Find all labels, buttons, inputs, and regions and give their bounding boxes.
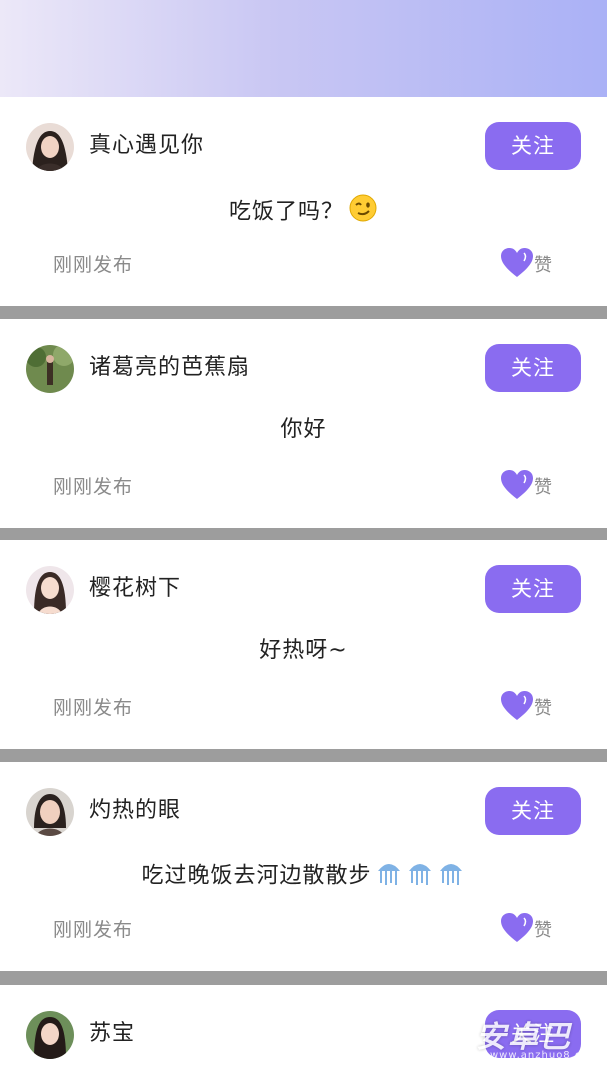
heart-icon bbox=[501, 913, 533, 942]
post-time: 刚刚发布 bbox=[53, 254, 134, 276]
jellyfish-icon bbox=[376, 858, 466, 895]
follow-button[interactable]: 关注 bbox=[485, 787, 581, 835]
post-content: 吃过晚饭去河边散散步 bbox=[0, 858, 607, 895]
avatar[interactable] bbox=[26, 345, 74, 393]
top-header bbox=[0, 0, 607, 97]
heart-icon bbox=[501, 470, 533, 499]
post-content: 吃饭了吗？ bbox=[0, 193, 607, 232]
heart-icon bbox=[501, 248, 533, 277]
post-time: 刚刚发布 bbox=[53, 697, 134, 719]
post-text: 你好 bbox=[280, 417, 327, 442]
avatar[interactable] bbox=[26, 1011, 74, 1059]
watermark-url: www.anzhuo8.com bbox=[490, 1050, 600, 1061]
like-button[interactable]: 赞 bbox=[500, 912, 560, 946]
like-button[interactable]: 赞 bbox=[500, 469, 560, 503]
avatar[interactable] bbox=[26, 788, 74, 836]
wink-face-icon bbox=[348, 193, 378, 232]
avatar[interactable] bbox=[26, 566, 74, 614]
like-button[interactable]: 赞 bbox=[500, 247, 560, 281]
like-label: 赞 bbox=[534, 477, 552, 498]
post-time: 刚刚发布 bbox=[53, 476, 134, 498]
follow-button[interactable]: 关注 bbox=[485, 122, 581, 170]
like-button[interactable]: 赞 bbox=[500, 690, 560, 724]
post-time: 刚刚发布 bbox=[53, 919, 134, 941]
post-card: 真心遇见你 关注 吃饭了吗？ 刚刚发布 赞 bbox=[0, 97, 607, 306]
post-text: 吃过晚饭去河边散散步 bbox=[141, 863, 372, 889]
post-card: 诸葛亮的芭蕉扇 关注 你好 刚刚发布 赞 bbox=[0, 319, 607, 528]
like-label: 赞 bbox=[534, 255, 552, 276]
heart-icon bbox=[501, 691, 533, 720]
username[interactable]: 灼热的眼 bbox=[89, 796, 181, 826]
post-text: 吃饭了吗？ bbox=[228, 199, 344, 225]
post-text: 好热呀~ bbox=[259, 638, 348, 663]
like-label: 赞 bbox=[534, 920, 552, 941]
username[interactable]: 真心遇见你 bbox=[89, 131, 204, 161]
follow-button[interactable]: 关注 bbox=[485, 565, 581, 613]
watermark-logo: 安卓巴 www.anzhuo8.com bbox=[470, 1012, 600, 1072]
post-content: 好热呀~ bbox=[0, 636, 607, 666]
username[interactable]: 诸葛亮的芭蕉扇 bbox=[89, 353, 250, 383]
username[interactable]: 樱花树下 bbox=[89, 574, 181, 604]
post-card: 灼热的眼 关注 吃过晚饭去河边散散步 刚刚发布 赞 bbox=[0, 762, 607, 971]
post-content: 你好 bbox=[0, 415, 607, 445]
avatar[interactable] bbox=[26, 123, 74, 171]
post-card: 樱花树下 关注 好热呀~ 刚刚发布 赞 bbox=[0, 540, 607, 749]
username[interactable]: 苏宝 bbox=[89, 1019, 135, 1049]
like-label: 赞 bbox=[534, 698, 552, 719]
follow-button[interactable]: 关注 bbox=[485, 344, 581, 392]
